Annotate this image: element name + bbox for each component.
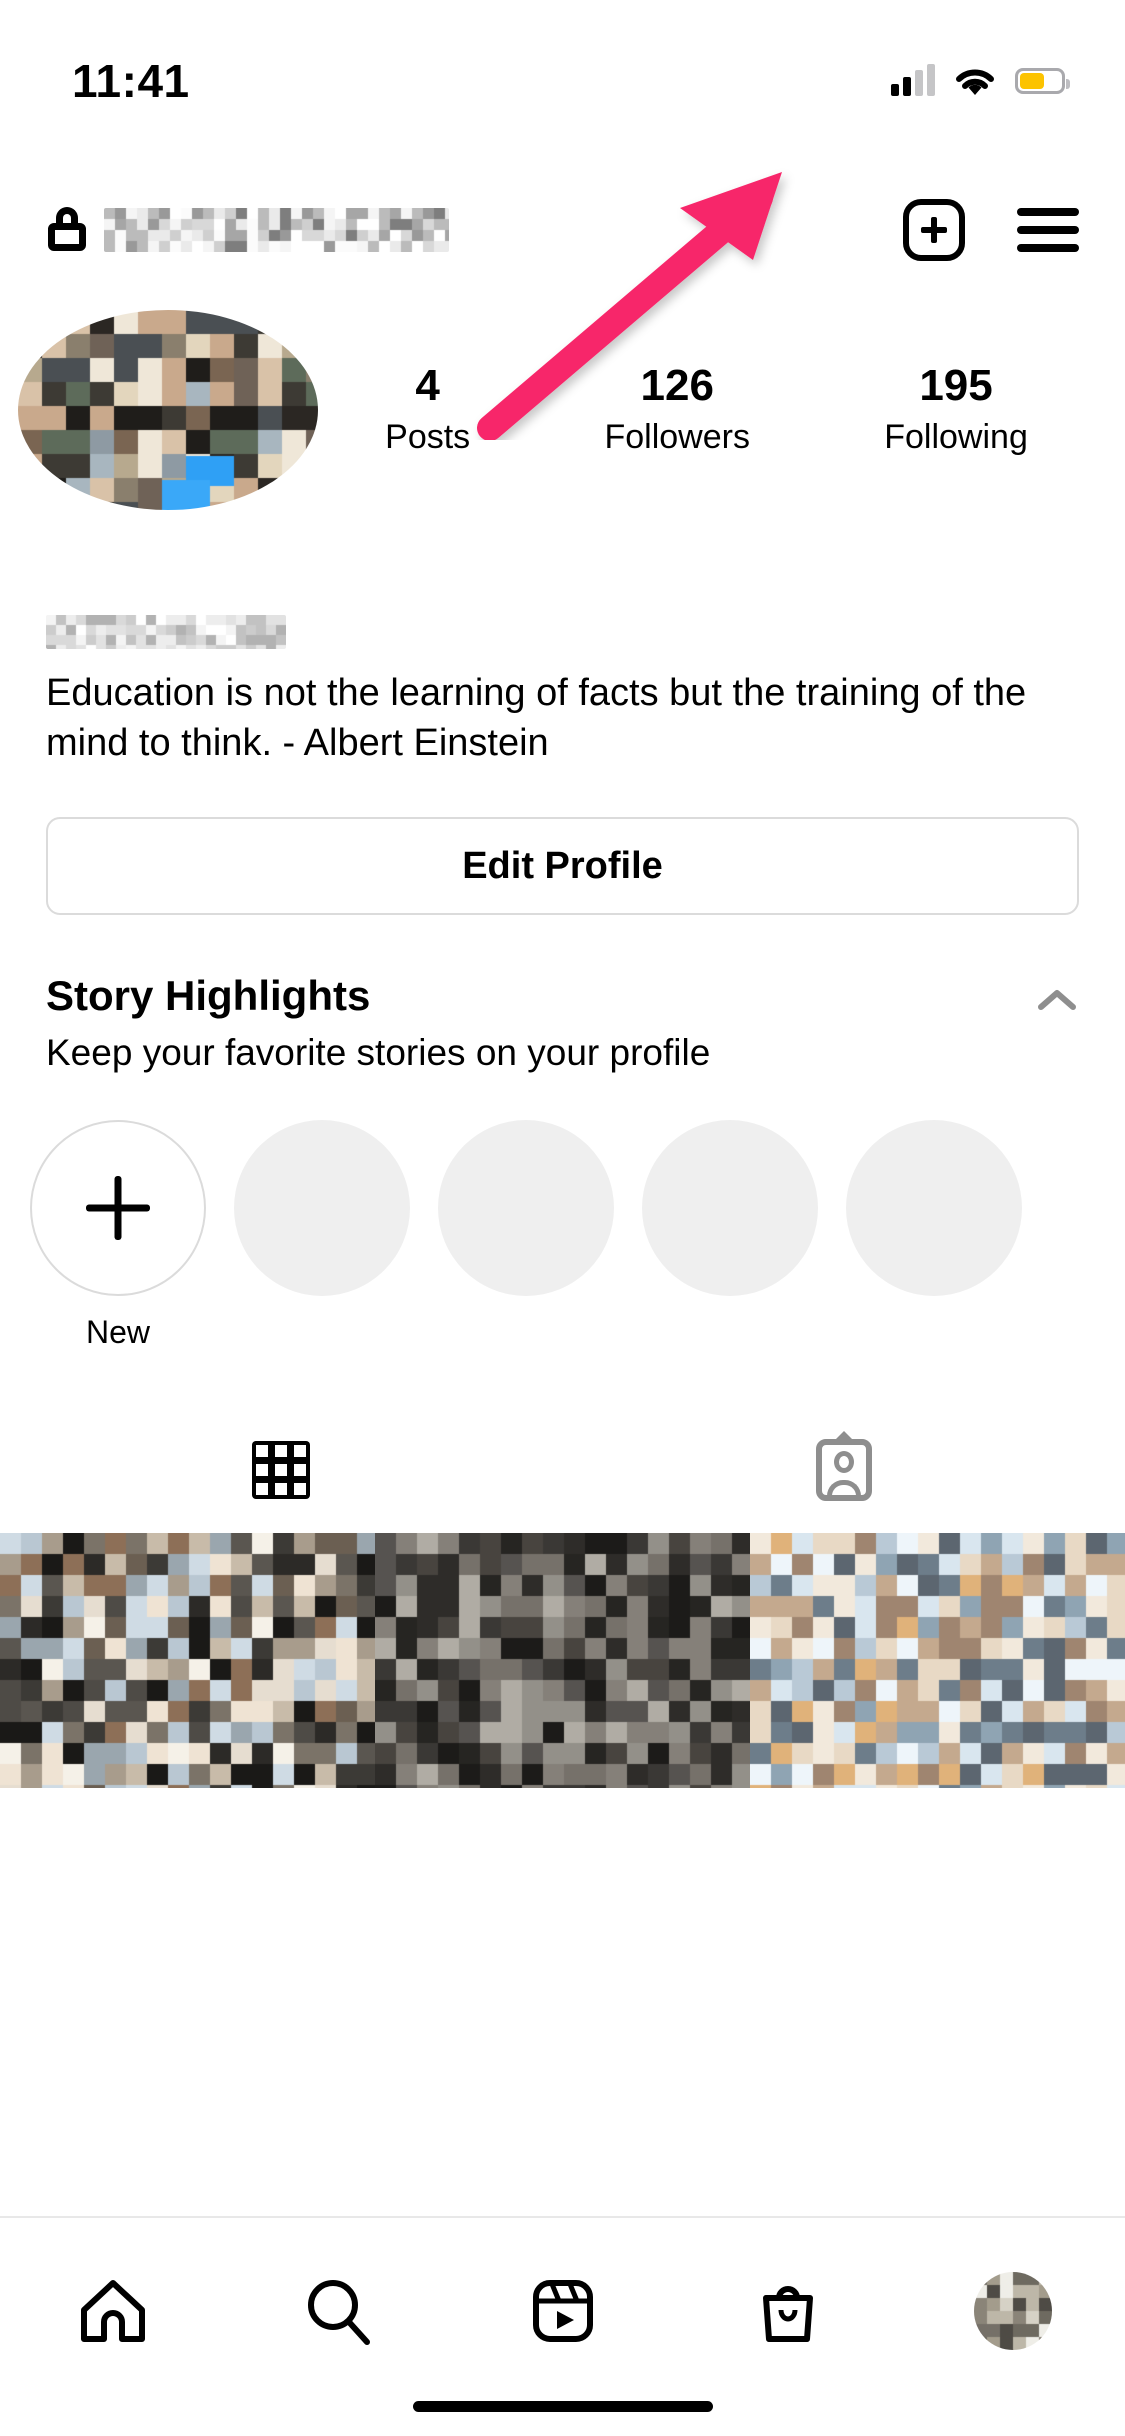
posts-label: Posts (385, 418, 471, 457)
cellular-signal-icon (891, 64, 935, 96)
story-highlights-header: Story Highlights Keep your favorite stor… (46, 970, 1081, 1077)
profile-header (0, 175, 1125, 285)
post-thumbnail[interactable] (375, 1533, 750, 1788)
nav-shop[interactable] (708, 2266, 868, 2356)
followers-count: 126 (640, 360, 714, 410)
post-grid (0, 1533, 1125, 1788)
post-thumbnail[interactable] (0, 1533, 375, 1788)
profile-bio: Education is not the learning of facts b… (46, 672, 1027, 765)
post-thumbnail[interactable] (750, 1533, 1125, 1788)
tab-tagged[interactable] (563, 1410, 1125, 1530)
battery-low-power-icon (1015, 68, 1070, 94)
wifi-icon (956, 69, 994, 95)
highlight-placeholder[interactable] (642, 1120, 818, 1296)
highlight-placeholder[interactable] (846, 1120, 1022, 1296)
search-icon (307, 2280, 370, 2345)
followers-label: Followers (604, 418, 750, 457)
chevron-up-icon[interactable] (1035, 985, 1079, 1015)
nav-search[interactable] (258, 2266, 418, 2356)
grid-icon (252, 1441, 311, 1499)
instagram-profile-screen: 11:41 4 Posts 126 Followers 195 Followin… (0, 0, 1125, 2436)
highlight-new-button[interactable]: New (30, 1120, 206, 1351)
stat-following[interactable]: 195 Following (884, 361, 1028, 460)
following-count: 195 (919, 360, 993, 410)
profile-avatar[interactable] (18, 310, 318, 510)
highlight-new-label: New (85, 1314, 150, 1350)
story-highlights-list: New (0, 1120, 1125, 1370)
nav-profile[interactable] (933, 2266, 1093, 2356)
tab-grid[interactable] (0, 1410, 563, 1530)
status-indicators (891, 64, 1070, 97)
story-highlights-title: Story Highlights (46, 972, 371, 1019)
edit-profile-button[interactable]: Edit Profile (46, 817, 1079, 915)
home-icon (80, 2280, 145, 2342)
highlight-placeholder[interactable] (438, 1120, 614, 1296)
nav-reels[interactable] (483, 2266, 643, 2356)
following-label: Following (884, 418, 1028, 457)
lock-icon (46, 207, 88, 253)
status-time: 11:41 (72, 55, 190, 107)
tagged-person-icon (815, 1431, 872, 1501)
reels-icon (532, 2280, 593, 2342)
posts-count: 4 (415, 360, 440, 410)
new-post-button[interactable] (903, 199, 965, 261)
header-actions (903, 199, 1079, 261)
highlight-placeholder[interactable] (234, 1120, 410, 1296)
hamburger-menu-icon[interactable] (1017, 208, 1079, 252)
story-highlights-subtitle: Keep your favorite stories on your profi… (46, 1031, 711, 1073)
shopping-bag-icon (762, 2286, 813, 2342)
home-indicator (412, 2401, 713, 2412)
profile-avatar-icon (973, 2272, 1052, 2350)
profile-tabs (0, 1410, 1125, 1530)
display-name-redacted (46, 615, 286, 649)
plus-icon (30, 1120, 206, 1296)
stat-followers[interactable]: 126 Followers (604, 361, 749, 460)
status-bar: 11:41 (0, 0, 1125, 140)
profile-stats: 4 Posts 126 Followers 195 Following (318, 361, 1125, 460)
username-redacted[interactable] (104, 208, 449, 252)
stat-posts[interactable]: 4 Posts (385, 361, 470, 460)
profile-summary-row: 4 Posts 126 Followers 195 Following (0, 305, 1125, 515)
nav-home[interactable] (33, 2266, 193, 2356)
